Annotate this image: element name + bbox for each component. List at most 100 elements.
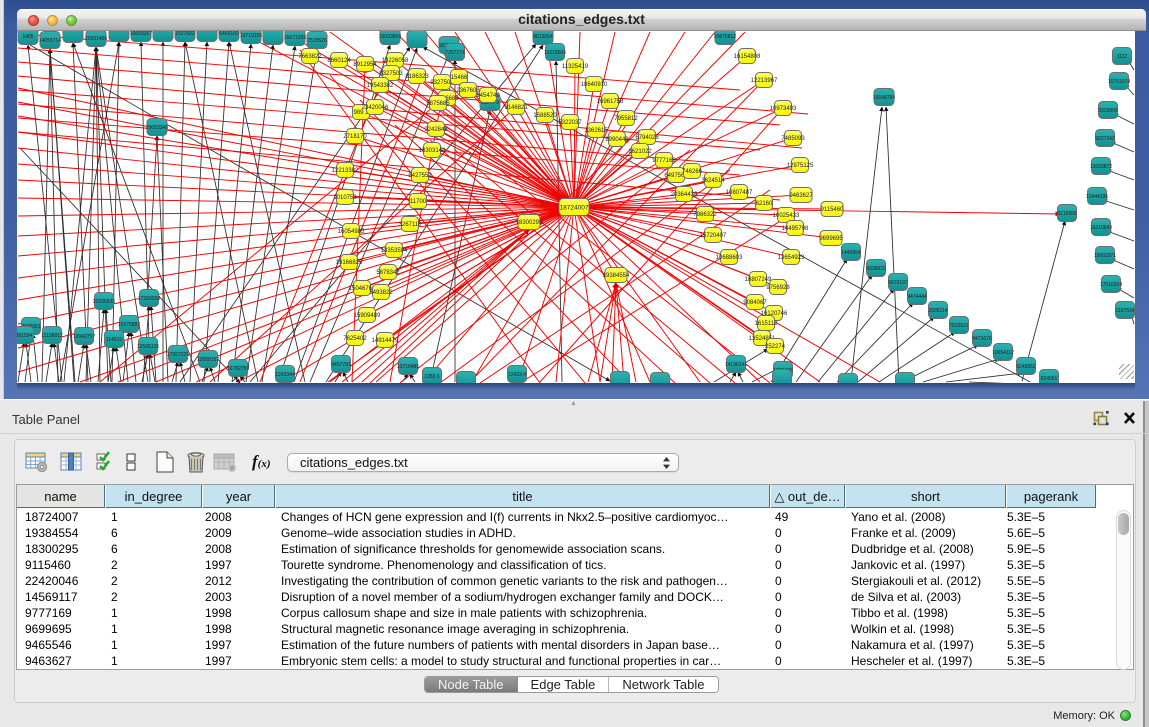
svg-text:9777169: 9777169 xyxy=(652,158,676,164)
svg-text:9699695: 9699695 xyxy=(819,236,843,242)
svg-text:10654112: 10654112 xyxy=(992,350,1014,356)
svg-text:19166825: 19166825 xyxy=(336,260,363,266)
svg-text:20364436: 20364436 xyxy=(671,192,698,198)
svg-text:9327503: 9327503 xyxy=(379,71,403,77)
svg-text:17016504: 17016504 xyxy=(1100,282,1122,288)
svg-text:1405: 1405 xyxy=(22,34,33,40)
svg-text:9146821: 9146821 xyxy=(504,105,528,111)
svg-text:17359928: 17359928 xyxy=(138,296,160,302)
svg-text:16671355: 16671355 xyxy=(284,35,306,41)
svg-text:1242344: 1242344 xyxy=(275,372,295,378)
svg-text:16782759: 16782759 xyxy=(227,366,249,372)
svg-text:9242848: 9242848 xyxy=(424,127,448,133)
svg-text:8454749: 8454749 xyxy=(476,93,500,99)
svg-text:1362615: 1362615 xyxy=(584,128,608,134)
svg-text:19384554: 19384554 xyxy=(603,273,630,279)
svg-text:19543382: 19543382 xyxy=(367,83,394,89)
svg-text:252274: 252274 xyxy=(765,344,786,350)
svg-text:10653267: 10653267 xyxy=(130,31,152,37)
svg-text:1167534: 1167534 xyxy=(1115,308,1134,314)
svg-text:20876812: 20876812 xyxy=(714,34,736,40)
svg-text:3493822: 3493822 xyxy=(369,290,393,296)
svg-text:7357274: 7357274 xyxy=(445,50,465,56)
svg-text:19218506: 19218506 xyxy=(544,50,566,56)
svg-text:746266: 746266 xyxy=(682,169,703,175)
svg-text:924561: 924561 xyxy=(1041,376,1058,382)
svg-text:16210643: 16210643 xyxy=(1090,225,1112,231)
svg-text:16154808: 16154808 xyxy=(734,54,761,60)
svg-text:18640910: 18640910 xyxy=(581,82,608,88)
svg-text:5875685: 5875685 xyxy=(426,101,450,107)
svg-text:14055714: 14055714 xyxy=(39,38,61,44)
svg-text:9474444: 9474444 xyxy=(907,294,927,300)
svg-text:1621022: 1621022 xyxy=(628,149,652,155)
svg-text:9227343: 9227343 xyxy=(1095,136,1115,142)
svg-text:14914479: 14914479 xyxy=(372,338,399,344)
svg-text:1112: 1112 xyxy=(1117,54,1128,60)
svg-text:15720407: 15720407 xyxy=(700,233,727,239)
svg-text:7625402: 7625402 xyxy=(343,336,367,342)
svg-text:8471676: 8471676 xyxy=(972,336,992,342)
svg-text:8813054: 8813054 xyxy=(533,34,553,40)
svg-text:23420046: 23420046 xyxy=(362,105,389,111)
svg-text:16961758: 16961758 xyxy=(597,99,624,105)
svg-text:13353594: 13353594 xyxy=(381,248,408,254)
svg-text:11156812: 11156812 xyxy=(41,333,63,339)
svg-text:12942757: 12942757 xyxy=(73,334,95,340)
svg-text:9115460: 9115460 xyxy=(821,207,845,213)
svg-text:18303144: 18303144 xyxy=(419,148,446,154)
svg-text:13716485: 13716485 xyxy=(397,364,419,370)
svg-text:10958157: 10958157 xyxy=(197,357,219,363)
svg-text:10688603: 10688603 xyxy=(716,255,743,261)
svg-text:11700: 11700 xyxy=(410,199,427,205)
svg-text:18724007: 18724007 xyxy=(560,204,589,211)
svg-text:10375887: 10375887 xyxy=(118,322,140,328)
svg-text:10973493: 10973493 xyxy=(770,106,797,112)
svg-text:15692971: 15692971 xyxy=(1094,253,1116,259)
svg-text:8186323: 8186323 xyxy=(405,74,429,80)
svg-text:10719155: 10719155 xyxy=(240,33,262,39)
svg-text:16648784: 16648784 xyxy=(873,95,895,101)
svg-text:12213967: 12213967 xyxy=(751,78,778,84)
svg-text:15751074: 15751074 xyxy=(1108,79,1130,85)
svg-text:10807487: 10807487 xyxy=(726,190,753,196)
svg-text:5878342: 5878342 xyxy=(376,270,400,276)
svg-text:1283 6: 1283 6 xyxy=(424,374,440,380)
svg-text:7485093: 7485093 xyxy=(781,136,805,142)
svg-text:9084067: 9084067 xyxy=(743,300,767,306)
svg-text:1010753: 1010753 xyxy=(333,195,357,201)
svg-text:9457791: 9457791 xyxy=(331,362,351,368)
svg-text:7986322: 7986322 xyxy=(693,212,717,218)
svg-text:9329906: 9329906 xyxy=(1098,108,1118,114)
svg-text:7955812: 7955812 xyxy=(614,116,638,122)
svg-text:18807249: 18807249 xyxy=(745,277,772,283)
svg-text:15466: 15466 xyxy=(451,75,468,81)
svg-text:12505135: 12505135 xyxy=(137,344,159,350)
svg-text:9463627: 9463627 xyxy=(789,193,813,199)
svg-text:6679197: 6679197 xyxy=(888,280,908,286)
svg-text:8215955: 8215955 xyxy=(1057,211,1077,217)
svg-text:8912954: 8912954 xyxy=(353,62,377,68)
svg-text:13654923: 13654923 xyxy=(778,255,805,261)
svg-text:11325419: 11325419 xyxy=(562,64,589,70)
svg-text:20691406: 20691406 xyxy=(85,36,107,42)
svg-text:8660124: 8660124 xyxy=(327,58,351,64)
svg-text:15909489: 15909489 xyxy=(354,313,381,319)
svg-text:12975125: 12975125 xyxy=(787,163,814,169)
svg-text:7632621: 7632621 xyxy=(949,323,969,329)
svg-text:16054985: 16054985 xyxy=(338,229,365,235)
svg-text:114519: 114519 xyxy=(106,337,123,343)
svg-text:391594: 391594 xyxy=(17,333,33,339)
svg-text:9756928: 9756928 xyxy=(766,285,790,291)
svg-text:1588520: 1588520 xyxy=(533,113,557,119)
svg-text:17957225: 17957225 xyxy=(167,352,189,358)
svg-text:12444195: 12444195 xyxy=(1086,194,1108,200)
svg-text:8990448: 8990448 xyxy=(605,137,629,143)
svg-text:12213382: 12213382 xyxy=(332,168,359,174)
svg-text:1440954: 1440954 xyxy=(841,250,861,256)
svg-text:2935114: 2935114 xyxy=(928,308,947,314)
svg-text:14136141: 14136141 xyxy=(725,362,747,368)
svg-text:13226058: 13226058 xyxy=(382,58,409,64)
svg-text:12423 4: 12423 4 xyxy=(508,372,526,378)
svg-text:6794028: 6794028 xyxy=(635,135,659,141)
